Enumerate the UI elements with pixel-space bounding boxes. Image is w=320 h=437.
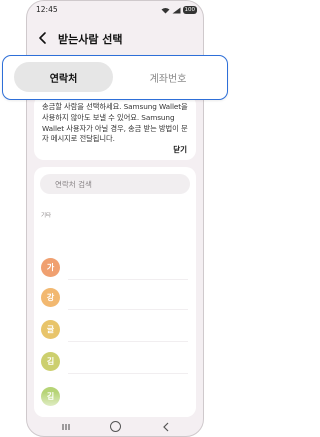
navigation-bar [27, 418, 203, 436]
row-divider [68, 341, 188, 342]
status-icons: 100 [161, 6, 197, 14]
contact-list-card: 연락처 검색 기타 가 강 글 김 김 [34, 167, 196, 417]
contact-avatar: 글 [41, 320, 60, 339]
row-divider [68, 279, 188, 280]
tab-account-number[interactable]: 계좌번호 [117, 70, 219, 85]
contact-row[interactable]: 강 [34, 286, 196, 310]
row-divider [68, 309, 188, 310]
recents-icon[interactable] [61, 422, 71, 432]
contact-row[interactable]: 가 [34, 256, 196, 280]
info-text: 송금할 사람을 선택하세요. Samsung Wallet을 사용하지 않아도 … [42, 102, 188, 144]
contact-row[interactable]: 김 [34, 350, 196, 374]
back-icon[interactable] [161, 421, 171, 433]
page-header: 받는사람 선택 [27, 27, 203, 51]
contact-row[interactable]: 글 [34, 318, 196, 342]
close-button[interactable]: 닫기 [173, 144, 187, 155]
home-icon[interactable] [110, 421, 121, 432]
row-divider [68, 373, 188, 374]
contact-avatar: 강 [41, 288, 60, 307]
info-card: 송금할 사람을 선택하세요. Samsung Wallet을 사용하지 않아도 … [34, 95, 196, 160]
page-title: 받는사람 선택 [58, 33, 123, 46]
tab-bar: 연락처 계좌번호 [2, 55, 228, 100]
contact-avatar: 가 [41, 258, 60, 277]
list-fade [34, 392, 196, 417]
wifi-icon [161, 7, 169, 13]
battery-icon: 100 [182, 6, 197, 14]
tab-contacts[interactable]: 연락처 [14, 70, 113, 85]
signal-icon [172, 7, 180, 13]
status-time: 12:45 [36, 5, 58, 14]
search-placeholder: 연락처 검색 [55, 180, 92, 189]
contact-avatar: 김 [41, 352, 60, 371]
section-label: 기타 [41, 213, 52, 219]
back-arrow-icon[interactable] [36, 30, 50, 46]
status-bar: 12:45 100 [27, 5, 203, 17]
contact-search-input[interactable]: 연락처 검색 [40, 174, 190, 194]
